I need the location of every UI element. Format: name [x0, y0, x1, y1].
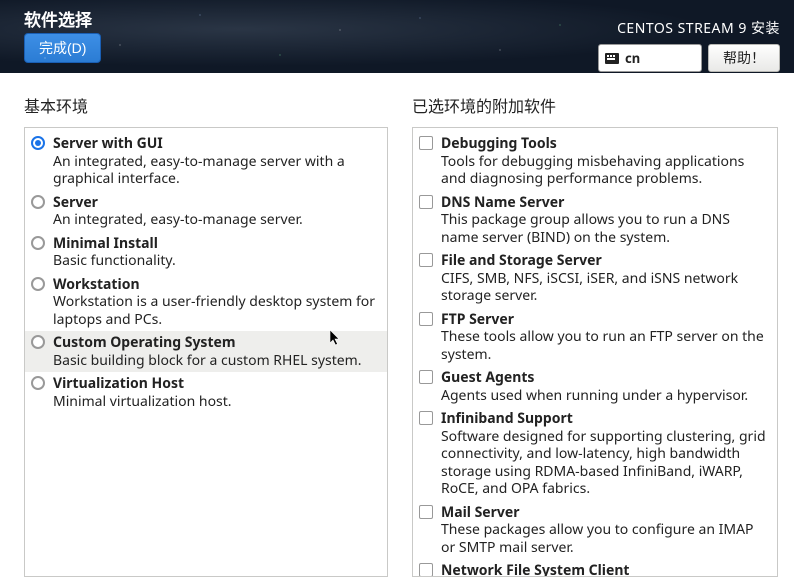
- addon-option-title: File and Storage Server: [441, 252, 767, 270]
- addon-option-desc: These tools allow you to run an FTP serv…: [441, 328, 767, 363]
- addon-option-desc: These packages allow you to configure an…: [441, 521, 767, 556]
- env-option-title: Server: [53, 194, 377, 212]
- addon-option[interactable]: Mail ServerThese packages allow you to c…: [413, 501, 777, 560]
- addon-option-title: Infiniband Support: [441, 410, 767, 428]
- addons-column: 已选环境的附加软件 Debugging ToolsTools for debug…: [412, 93, 778, 577]
- addon-option-title: FTP Server: [441, 311, 767, 329]
- checkbox-icon[interactable]: [419, 505, 433, 519]
- addon-option-desc: CIFS, SMB, NFS, iSCSI, iSER, and iSNS ne…: [441, 270, 767, 305]
- checkbox-icon[interactable]: [419, 411, 433, 425]
- radio-icon[interactable]: [31, 376, 45, 390]
- checkbox-icon[interactable]: [419, 312, 433, 326]
- radio-icon[interactable]: [31, 236, 45, 250]
- header-bar: 软件选择 完成(D) CENTOS STREAM 9 安装 cn 帮助！: [0, 0, 794, 73]
- lang-help-row: cn 帮助！: [598, 44, 780, 72]
- header-right: CENTOS STREAM 9 安装 cn 帮助！: [598, 18, 780, 72]
- env-option[interactable]: Minimal InstallBasic functionality.: [25, 232, 387, 273]
- env-option-desc: An integrated, easy-to-manage server.: [53, 211, 377, 229]
- addon-option[interactable]: FTP ServerThese tools allow you to run a…: [413, 308, 777, 367]
- addon-option-title: Mail Server: [441, 504, 767, 522]
- env-option-title: Custom Operating System: [53, 334, 377, 352]
- env-option-desc: Basic functionality.: [53, 252, 377, 270]
- checkbox-icon[interactable]: [419, 370, 433, 384]
- addon-option-title: Debugging Tools: [441, 135, 767, 153]
- addon-option[interactable]: Infiniband SupportSoftware designed for …: [413, 407, 777, 501]
- addons-panel: Debugging ToolsTools for debugging misbe…: [412, 127, 778, 577]
- addon-option[interactable]: Guest AgentsAgents used when running und…: [413, 366, 777, 407]
- help-button[interactable]: 帮助！: [708, 44, 780, 72]
- radio-icon[interactable]: [31, 195, 45, 209]
- radio-icon[interactable]: [31, 335, 45, 349]
- base-environment-title: 基本环境: [24, 93, 388, 117]
- addon-option-desc: Software designed for supporting cluster…: [441, 428, 767, 498]
- addon-option[interactable]: DNS Name ServerThis package group allows…: [413, 191, 777, 250]
- addon-option[interactable]: Debugging ToolsTools for debugging misbe…: [413, 132, 777, 191]
- env-option[interactable]: Server with GUIAn integrated, easy-to-ma…: [25, 132, 387, 191]
- addon-option-desc: Agents used when running under a hypervi…: [441, 387, 767, 405]
- checkbox-icon[interactable]: [419, 136, 433, 150]
- base-environment-panel: Server with GUIAn integrated, easy-to-ma…: [24, 127, 388, 577]
- checkbox-icon[interactable]: [419, 253, 433, 267]
- addon-option[interactable]: File and Storage ServerCIFS, SMB, NFS, i…: [413, 249, 777, 308]
- radio-icon[interactable]: [31, 277, 45, 291]
- base-environment-column: 基本环境 Server with GUIAn integrated, easy-…: [24, 93, 388, 577]
- addon-option[interactable]: Network File System ClientEnables the sy…: [413, 559, 777, 577]
- env-option-desc: Workstation is a user-friendly desktop s…: [53, 293, 377, 328]
- env-option[interactable]: WorkstationWorkstation is a user-friendl…: [25, 273, 387, 332]
- content-area: 基本环境 Server with GUIAn integrated, easy-…: [0, 73, 794, 577]
- done-button[interactable]: 完成(D): [24, 33, 101, 63]
- addons-title: 已选环境的附加软件: [412, 93, 778, 117]
- keyboard-layout-indicator[interactable]: cn: [598, 44, 702, 72]
- env-option[interactable]: Custom Operating SystemBasic building bl…: [25, 331, 387, 372]
- env-option-title: Server with GUI: [53, 135, 377, 153]
- env-option-desc: Basic building block for a custom RHEL s…: [53, 352, 377, 370]
- lang-code: cn: [625, 49, 640, 67]
- installer-title: CENTOS STREAM 9 安装: [598, 18, 780, 38]
- env-option-title: Workstation: [53, 276, 377, 294]
- addon-option-desc: Tools for debugging misbehaving applicat…: [441, 153, 767, 188]
- radio-icon[interactable]: [31, 136, 45, 150]
- env-option[interactable]: ServerAn integrated, easy-to-manage serv…: [25, 191, 387, 232]
- addon-option-title: DNS Name Server: [441, 194, 767, 212]
- keyboard-icon: [605, 53, 619, 64]
- env-option-desc: An integrated, easy-to-manage server wit…: [53, 153, 377, 188]
- addon-option-desc: This package group allows you to run a D…: [441, 211, 767, 246]
- checkbox-icon[interactable]: [419, 563, 433, 577]
- env-option-title: Virtualization Host: [53, 375, 377, 393]
- env-option[interactable]: Virtualization HostMinimal virtualizatio…: [25, 372, 387, 413]
- env-option-desc: Minimal virtualization host.: [53, 393, 377, 411]
- checkbox-icon[interactable]: [419, 195, 433, 209]
- addon-option-title: Network File System Client: [441, 562, 767, 577]
- addon-option-title: Guest Agents: [441, 369, 767, 387]
- env-option-title: Minimal Install: [53, 235, 377, 253]
